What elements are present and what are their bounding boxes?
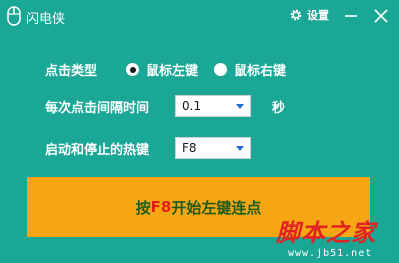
start-button-prefix: 按 — [135, 198, 151, 217]
watermark: 脚本之家 www.jb51.net — [268, 213, 398, 263]
gear-icon — [290, 9, 302, 21]
close-icon[interactable] — [372, 7, 390, 25]
interval-value: 0.1 — [182, 99, 202, 113]
minimize-icon[interactable] — [343, 8, 359, 24]
watermark-logo: 脚本之家 — [276, 218, 376, 247]
radio-right-label: 鼠标右键 — [234, 64, 287, 79]
hotkey-value: F8 — [182, 141, 197, 155]
settings-button[interactable]: 设置 — [289, 7, 329, 23]
watermark-url: www.jb51.net — [288, 248, 373, 259]
chevron-down-icon — [236, 146, 244, 151]
radio-left-label: 鼠标左键 — [146, 64, 199, 79]
settings-label: 设置 — [307, 9, 329, 22]
hotkey-label: 启动和停止的热键 — [45, 143, 150, 158]
start-button-key: F8 — [150, 198, 172, 216]
interval-select[interactable]: 0.1 — [175, 95, 251, 117]
radio-indicator — [126, 63, 139, 76]
mouse-icon — [7, 6, 21, 26]
title-bar: 闪电侠 设置 — [0, 0, 399, 33]
radio-right-button[interactable]: 鼠标右键 — [214, 60, 286, 79]
radio-left-button[interactable]: 鼠标左键 — [126, 60, 198, 79]
window-title: 闪电侠 — [26, 12, 66, 27]
hotkey-select[interactable]: F8 — [175, 137, 251, 159]
chevron-down-icon — [236, 104, 244, 109]
start-button-suffix: 开始左键连点 — [171, 198, 262, 217]
interval-unit: 秒 — [272, 101, 286, 116]
click-type-label: 点击类型 — [45, 64, 98, 79]
radio-indicator — [214, 63, 227, 76]
interval-label: 每次点击间隔时间 — [45, 101, 150, 116]
